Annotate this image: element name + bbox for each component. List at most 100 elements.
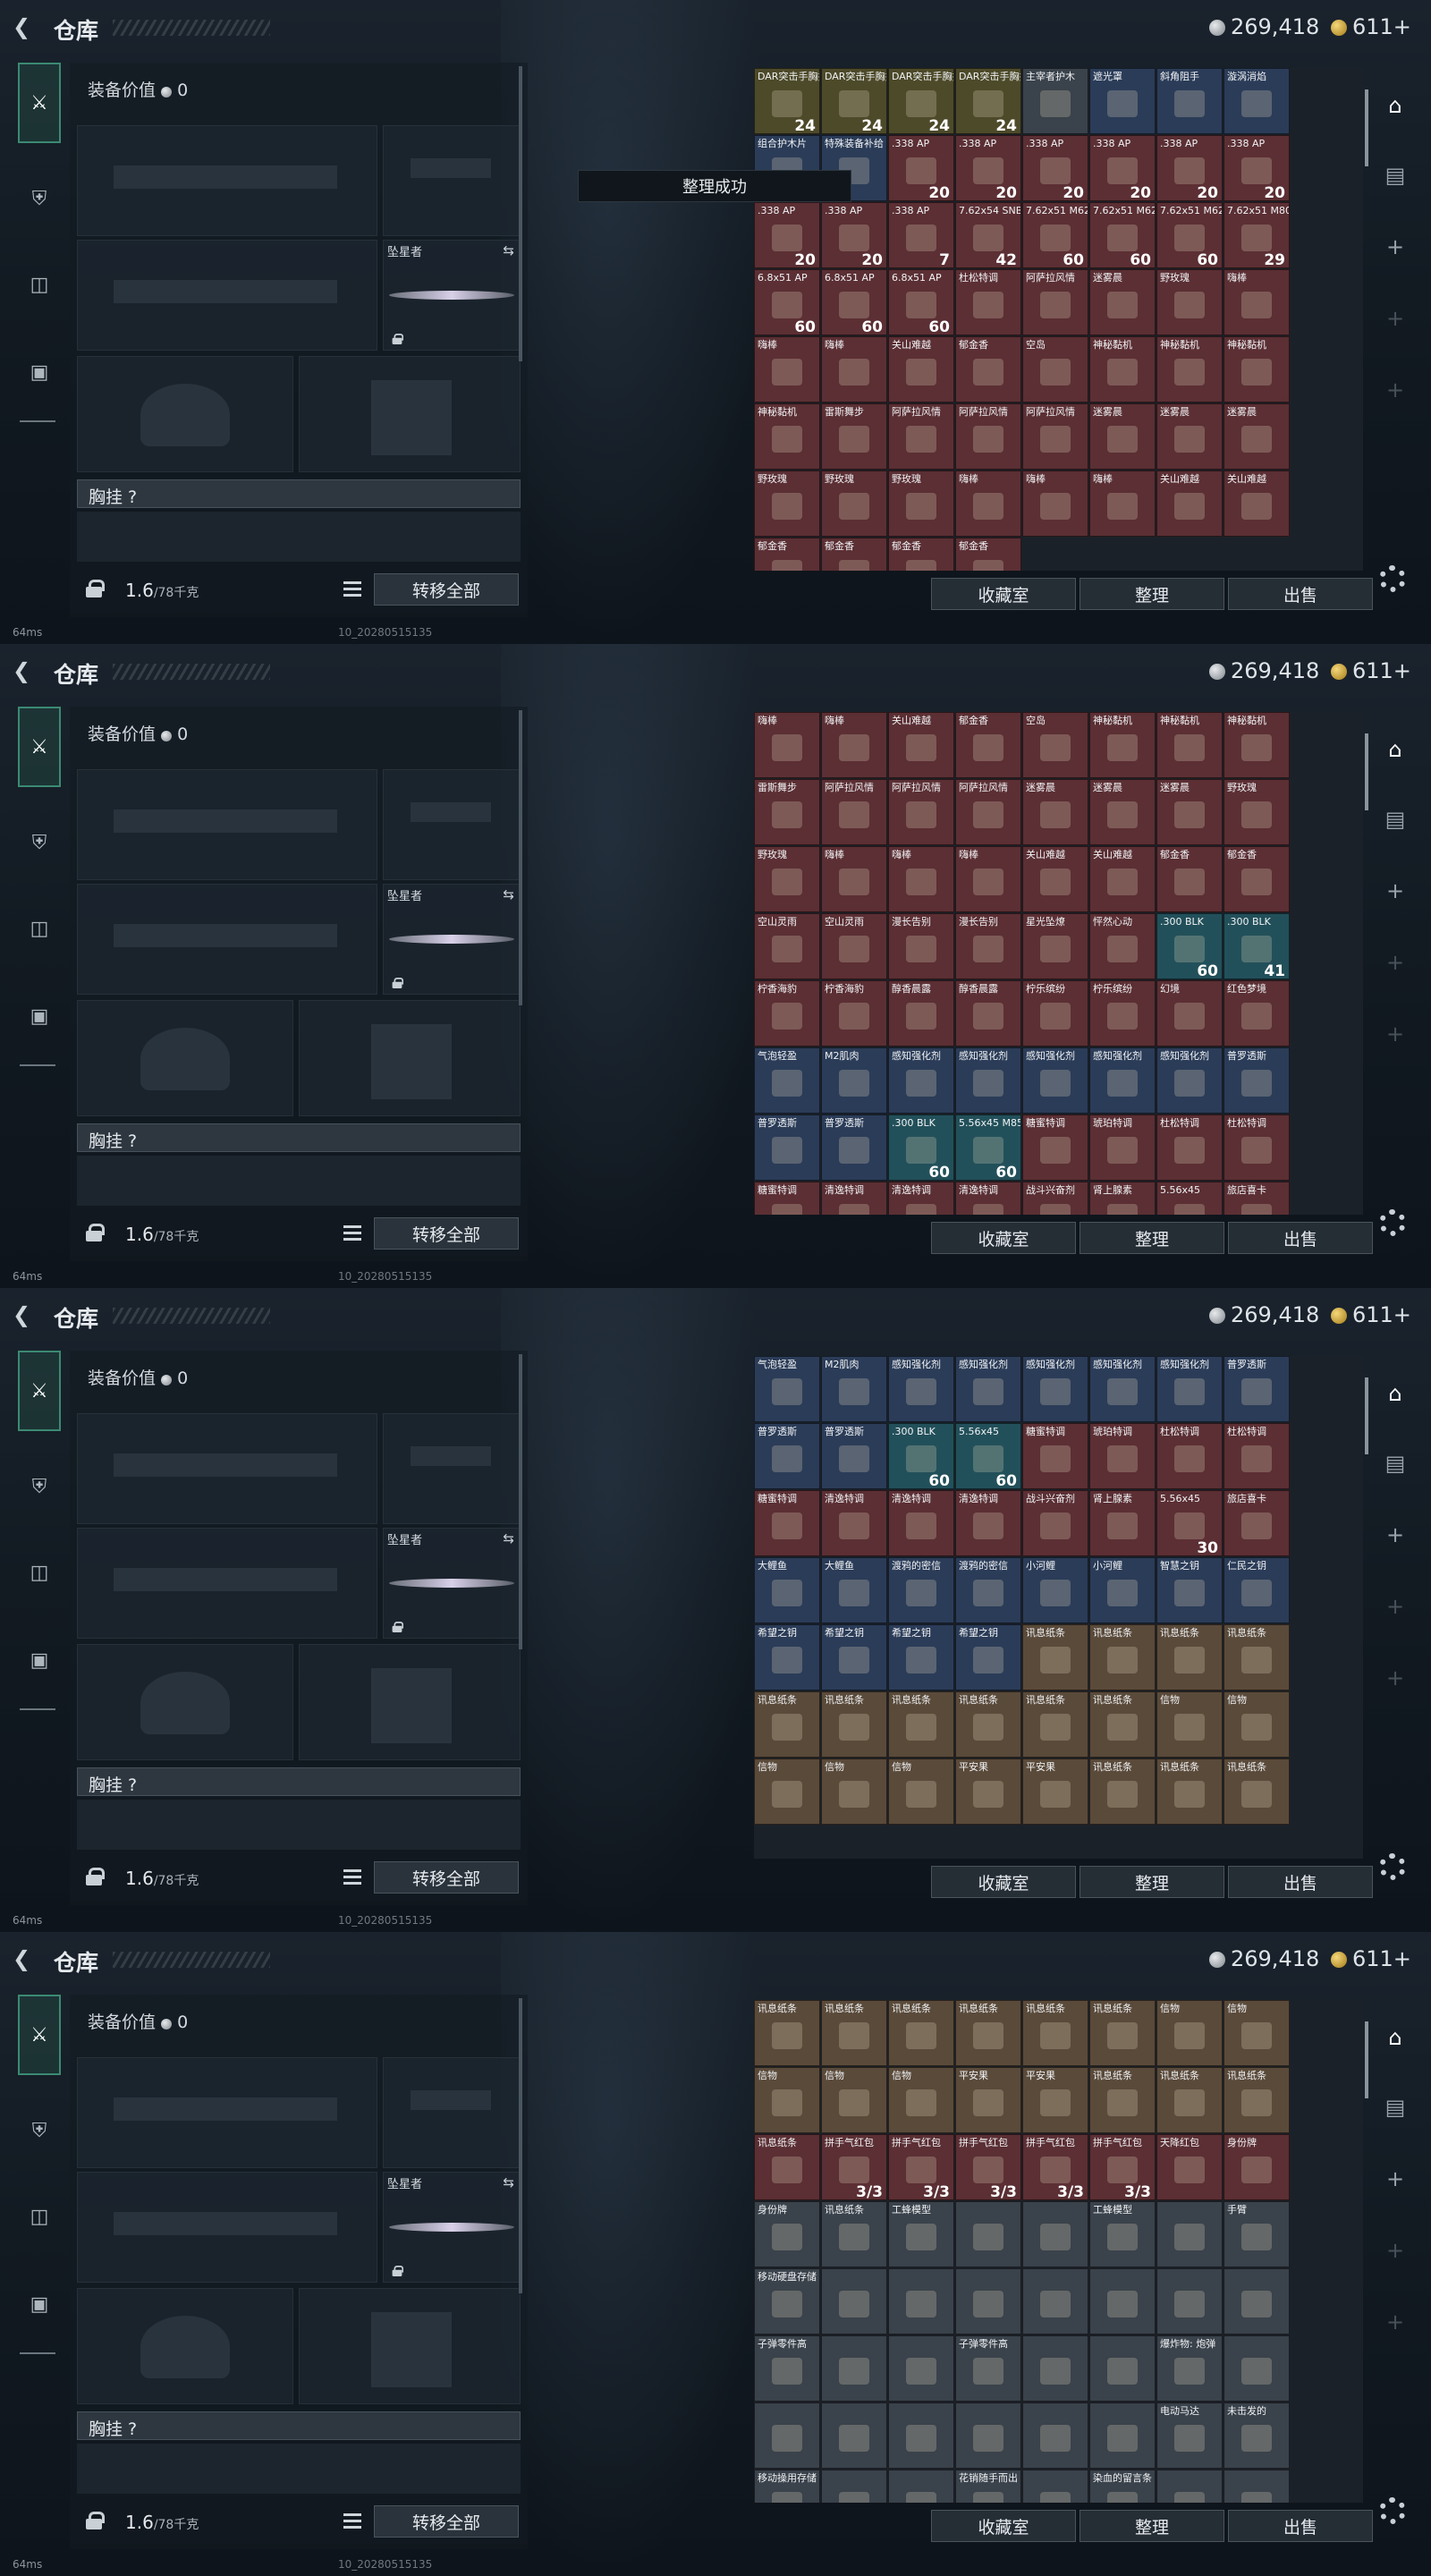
stash-item[interactable]: M2肌肉 xyxy=(821,1047,887,1114)
stash-item[interactable]: 小河鲤 xyxy=(1022,1557,1088,1623)
stash-item[interactable]: 战斗兴奋剂 xyxy=(1022,1490,1088,1556)
stash-item[interactable] xyxy=(1022,2402,1088,2469)
stash-item[interactable]: 希望之钥 xyxy=(754,1624,820,1690)
stash-item[interactable]: 郁金香 xyxy=(821,538,887,571)
organize-button[interactable]: 整理 xyxy=(1080,1866,1224,1898)
stash-item[interactable] xyxy=(1089,2402,1156,2469)
stash-item[interactable]: 信物 xyxy=(1224,1691,1290,1758)
stash-item[interactable]: 爆炸物: 炮弹 xyxy=(1156,2335,1223,2402)
stash-item[interactable]: 5.56x45 M855 60 xyxy=(955,1114,1021,1181)
stash-item[interactable]: 野玫瑰 xyxy=(821,470,887,537)
stash-item[interactable] xyxy=(821,2402,887,2469)
equip-scrollbar[interactable] xyxy=(519,66,522,361)
transfer-all-button[interactable]: 转移全部 xyxy=(374,1861,519,1894)
stash-item[interactable]: 普罗透斯 xyxy=(821,1114,887,1181)
stash-item[interactable]: 野玫瑰 xyxy=(1224,779,1290,845)
stash-grid[interactable]: DAR突击手胸挂 全球力量24DAR突击手胸挂 全球力量24DAR突击手胸挂 全… xyxy=(754,68,1363,571)
collection-button[interactable]: 收藏室 xyxy=(931,1866,1076,1898)
melee-slot[interactable]: 坠星者 ⇆ xyxy=(383,2172,521,2283)
sell-button[interactable]: 出售 xyxy=(1228,1866,1373,1898)
stash-item[interactable]: 郁金香 xyxy=(1224,846,1290,912)
stash-item[interactable]: 阿萨拉风情 xyxy=(1022,269,1088,335)
plus-icon[interactable]: + xyxy=(1376,370,1415,410)
chest-rig-header[interactable]: 胸挂 ? xyxy=(77,2411,521,2440)
organize-button[interactable]: 整理 xyxy=(1080,578,1224,610)
lock-icon[interactable] xyxy=(86,2512,105,2529)
stash-item[interactable]: DAR突击手胸挂 全球力量 24 xyxy=(888,68,954,134)
stash-item[interactable]: 迷雾晨 xyxy=(1156,779,1223,845)
stash-grid[interactable]: 气泡轻盈 M2肌肉 感知强化剂 感知强化剂 感知强化剂 感知强化剂 感知强化剂 普罗透斯 普罗透… xyxy=(754,1356,1363,1859)
stash-item[interactable]: 漩涡消焰 xyxy=(1224,68,1290,134)
stash-item[interactable]: 空岛 xyxy=(1022,712,1088,778)
stash-item[interactable]: 清逸特调 xyxy=(888,1490,954,1556)
stash-item[interactable] xyxy=(888,2335,954,2402)
stash-item[interactable]: 郁金香 xyxy=(1156,846,1223,912)
stash-item[interactable] xyxy=(821,2470,887,2503)
pistol-slot[interactable] xyxy=(383,769,521,880)
stash-item[interactable] xyxy=(1156,2268,1223,2334)
stash-item[interactable]: 斜角阻手 xyxy=(1156,68,1223,134)
stash-item[interactable]: 讯息纸条 xyxy=(821,1691,887,1758)
secondary-weapon-slot[interactable] xyxy=(77,1528,377,1639)
stash-item[interactable] xyxy=(888,2402,954,2469)
organize-button[interactable]: 整理 xyxy=(1080,2510,1224,2542)
stash-item[interactable]: 嗨棒 xyxy=(955,846,1021,912)
stash-item[interactable]: 怦然心动 xyxy=(1089,913,1156,979)
armor-icon[interactable]: ⛨ xyxy=(20,2111,59,2150)
backpack-icon[interactable]: ◫ xyxy=(20,1553,59,1592)
stash-item[interactable] xyxy=(1022,2335,1088,2402)
stash-item[interactable]: 7.62x51 M62 60 xyxy=(1089,202,1156,268)
stash-item[interactable]: 感知强化剂 xyxy=(955,1356,1021,1422)
stash-item[interactable]: 普罗透斯 xyxy=(821,1423,887,1489)
briefcase-icon[interactable]: ▣ xyxy=(20,352,59,392)
stash-item[interactable]: 感知强化剂 xyxy=(955,1047,1021,1114)
stash-item[interactable]: 雷斯舞步 xyxy=(821,403,887,470)
gun-icon[interactable]: ⚔ xyxy=(18,1351,61,1431)
stash-item[interactable]: 信物 xyxy=(1156,2000,1223,2066)
stash-item[interactable] xyxy=(1156,2470,1223,2503)
plus-icon[interactable]: + xyxy=(1376,227,1415,267)
stash-item[interactable]: 神秘黏机 xyxy=(1224,712,1290,778)
plus-icon[interactable]: + xyxy=(1376,299,1415,338)
armor-slot[interactable] xyxy=(299,1644,521,1760)
stash-item[interactable]: 阿萨拉风情 xyxy=(888,403,954,470)
stash-item[interactable]: 信物 xyxy=(754,2067,820,2133)
list-icon[interactable] xyxy=(343,1869,361,1885)
stash-item[interactable]: .338 AP 20 xyxy=(821,202,887,268)
stash-item[interactable]: 清逸特调 xyxy=(888,1182,954,1215)
stash-item[interactable]: 普罗透斯 xyxy=(754,1114,820,1181)
armor-slot[interactable] xyxy=(299,2288,521,2404)
stash-item[interactable]: .338 AP 20 xyxy=(1156,135,1223,201)
stash-item[interactable]: DAR突击手胸挂 全球力量 24 xyxy=(821,68,887,134)
transfer-all-button[interactable]: 转移全部 xyxy=(374,2505,519,2538)
transfer-icon[interactable]: ▤ xyxy=(1376,156,1415,195)
stash-item[interactable]: 感知强化剂 xyxy=(1022,1047,1088,1114)
stash-item[interactable]: 小河鲤 xyxy=(1089,1557,1156,1623)
equip-scrollbar[interactable] xyxy=(519,1998,522,2293)
stash-item[interactable]: 6.8x51 AP 60 xyxy=(888,269,954,335)
stash-item[interactable]: .338 AP 20 xyxy=(1224,135,1290,201)
stash-item[interactable]: 神秘黏机 xyxy=(754,403,820,470)
primary-weapon-slot[interactable] xyxy=(77,1413,377,1524)
stash-item[interactable]: 讯息纸条 xyxy=(1089,2000,1156,2066)
stash-item[interactable]: 5.56x45 30 xyxy=(1156,1490,1223,1556)
stash-item[interactable]: 柠香海豹 xyxy=(754,980,820,1046)
stash-item[interactable]: 清逸特调 xyxy=(955,1490,1021,1556)
stash-item[interactable]: 讯息纸条 xyxy=(888,2000,954,2066)
stash-item[interactable]: 野玫瑰 xyxy=(1156,269,1223,335)
stash-item[interactable]: 嗨棒 xyxy=(821,712,887,778)
pistol-slot[interactable] xyxy=(383,2057,521,2168)
stash-item[interactable]: 雷斯舞步 xyxy=(754,779,820,845)
stash-item[interactable]: 智慧之钥 xyxy=(1156,1557,1223,1623)
stash-item[interactable]: 柠香海豹 xyxy=(821,980,887,1046)
stash-item[interactable]: 关山难越 xyxy=(888,336,954,402)
stash-item[interactable]: 主宰者护木 xyxy=(1022,68,1088,134)
stash-item[interactable]: 郁金香 xyxy=(754,538,820,571)
stash-item[interactable]: 肾上腺素 xyxy=(1089,1182,1156,1215)
stash-item[interactable]: .300 BLK 60 xyxy=(888,1423,954,1489)
stash-item[interactable]: 7.62x51 M80 29 xyxy=(1224,202,1290,268)
stash-item[interactable]: 普罗透斯 xyxy=(1224,1356,1290,1422)
helmet-slot[interactable] xyxy=(77,356,293,472)
stash-item[interactable] xyxy=(955,2268,1021,2334)
stash-item[interactable] xyxy=(888,2470,954,2503)
